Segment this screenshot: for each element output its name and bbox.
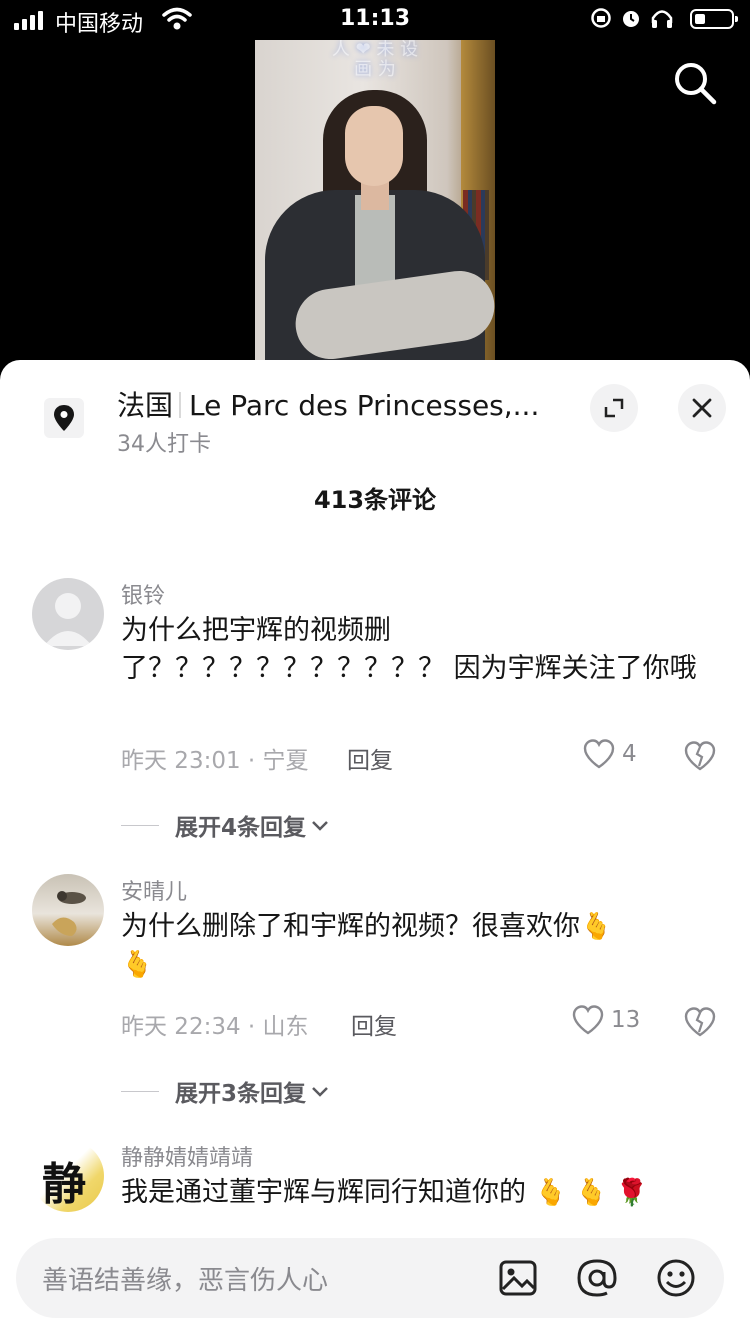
chevron-down-icon xyxy=(312,821,328,831)
emoji-group: 🫰 🫰 🌹 xyxy=(534,1178,649,1208)
expand-replies-button[interactable]: 展开4条回复 xyxy=(121,808,332,842)
location-country: 法国 xyxy=(117,389,174,422)
video-neon-sign: 人 ❤ 未 设 画 为 xyxy=(331,40,419,80)
rotation-lock-icon xyxy=(591,8,611,28)
reply-button[interactable]: 回复 xyxy=(347,741,393,775)
status-bar: 中国移动 11:13 xyxy=(0,0,750,40)
emoji-icon[interactable] xyxy=(654,1256,698,1300)
search-icon[interactable] xyxy=(670,58,720,108)
alarm-icon xyxy=(623,11,639,27)
divider xyxy=(121,1090,159,1092)
broken-heart-icon[interactable] xyxy=(683,1006,717,1038)
avatar[interactable] xyxy=(32,578,104,650)
like-count: 4 xyxy=(622,741,637,767)
comment-input[interactable]: 善语结善缘，恶言伤人心 xyxy=(16,1238,724,1318)
at-icon[interactable] xyxy=(575,1256,619,1300)
image-icon[interactable] xyxy=(496,1256,540,1300)
comment-meta: 昨天 22:34 · 山东 xyxy=(121,1014,309,1040)
location-checkins: 34人打卡 xyxy=(117,432,211,457)
reply-button[interactable]: 回复 xyxy=(351,1007,397,1041)
broken-heart-icon[interactable] xyxy=(683,740,717,772)
comment-text: 为什么删除了和宇辉的视频？很喜欢你🫰 🫰 xyxy=(121,908,711,984)
like-button[interactable]: 13 xyxy=(571,1004,640,1036)
finger-heart-emoji: 🫰 xyxy=(121,950,154,980)
finger-heart-emoji: 🫰 xyxy=(580,912,613,942)
chevron-down-icon xyxy=(312,1087,328,1097)
battery-icon xyxy=(690,9,738,29)
avatar-calligraphy: 静 xyxy=(42,1159,86,1210)
expand-button[interactable] xyxy=(590,384,638,432)
comment-input-placeholder: 善语结善缘，恶言伤人心 xyxy=(42,1266,329,1296)
avatar[interactable] xyxy=(32,874,104,946)
location-title: 法国 Le Parc des Princesses,... xyxy=(117,384,567,424)
comment-text: 我是通过董宇辉与辉同行知道你的 🫰 🫰 🌹 xyxy=(121,1174,711,1212)
expand-replies-label: 展开4条回复 xyxy=(175,815,307,841)
comment-meta: 昨天 23:01 · 宁夏 xyxy=(121,748,309,774)
divider xyxy=(179,392,182,418)
expand-replies-button[interactable]: 展开3条回复 xyxy=(121,1074,332,1108)
expand-icon xyxy=(604,398,624,418)
status-icons xyxy=(590,7,674,29)
comment-username[interactable]: 静静婧婧靖靖 xyxy=(121,1140,253,1172)
expand-replies-label: 展开3条回复 xyxy=(175,1081,307,1107)
heart-icon xyxy=(572,1005,604,1035)
location-place: Le Parc des Princesses,... xyxy=(189,389,540,422)
avatar[interactable]: 静 xyxy=(32,1140,104,1212)
location-header[interactable]: 法国 Le Parc des Princesses,... 34人打卡 xyxy=(0,360,750,470)
comment-panel: 法国 Le Parc des Princesses,... 34人打卡 413条评… xyxy=(0,360,750,1334)
comment-username[interactable]: 安晴儿 xyxy=(121,874,187,906)
comment-input-bar: 善语结善缘，恶言伤人心 xyxy=(0,1220,750,1334)
location-pin-icon xyxy=(44,398,84,438)
close-button[interactable] xyxy=(678,384,726,432)
video-thumbnail[interactable]: 人 ❤ 未 设 画 为 xyxy=(255,40,495,360)
close-icon xyxy=(692,398,712,418)
like-button[interactable]: 4 xyxy=(582,738,637,770)
comment-username[interactable]: 银铃 xyxy=(121,578,165,610)
comment-text: 为什么把宇辉的视频删了？？？？？？？？？？？ 因为宇辉关注了你哦 xyxy=(121,615,697,684)
headphones-icon xyxy=(651,10,673,28)
heart-icon xyxy=(583,739,615,769)
like-count: 13 xyxy=(611,1007,641,1033)
comment-count: 413条评论 xyxy=(313,486,437,514)
divider xyxy=(121,824,159,826)
